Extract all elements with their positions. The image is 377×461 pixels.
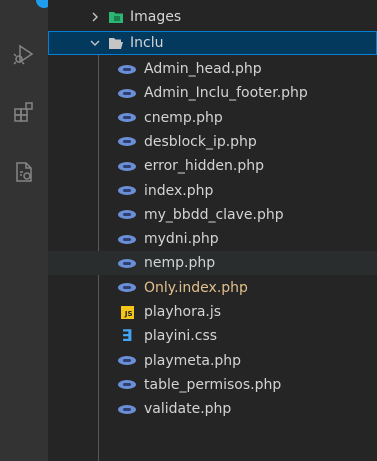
php-icon	[118, 355, 136, 367]
tree-item-label: Only.index.php	[144, 279, 248, 296]
php-icon	[118, 257, 136, 269]
images-folder-icon	[109, 12, 123, 23]
run-and-debug-icon[interactable]	[12, 42, 36, 66]
tree-file-item[interactable]: my_bbdd_clave.php	[48, 203, 377, 227]
chevron-right-icon	[88, 10, 102, 24]
php-icon	[118, 185, 136, 197]
explorer-sidebar: Images Inclu Admin_head.php Admin_Inclu_f…	[48, 0, 377, 461]
js-icon: JS	[118, 305, 136, 319]
tree-item-label: validate.php	[144, 401, 232, 418]
php-icon	[118, 87, 136, 99]
activity-bar	[0, 0, 52, 461]
tree-item-label: error_hidden.php	[144, 158, 265, 175]
tree-file-item[interactable]: mydni.php	[48, 227, 377, 251]
open-folder-icon	[109, 38, 123, 49]
php-icon	[118, 112, 136, 124]
tree-item-label: playmeta.php	[144, 352, 242, 369]
tree-item-label: table_permisos.php	[144, 376, 282, 393]
tree-file-item[interactable]: table_permisos.php	[48, 373, 377, 397]
tree-file-item[interactable]: Admin_Inclu_footer.php	[48, 81, 377, 105]
tree-item-label: cnemp.php	[144, 109, 223, 126]
tree-file-item[interactable]: playmeta.php	[48, 349, 377, 373]
tree-item-label: Admin_head.php	[144, 61, 262, 77]
tree-file-item[interactable]: desblock_ip.php	[48, 130, 377, 154]
tree-file-item[interactable]: nemp.php	[48, 251, 377, 276]
tree-file-item[interactable]: Admin_head.php	[48, 57, 377, 81]
php-icon	[118, 209, 136, 221]
css-icon: ∃	[121, 326, 133, 346]
tree-file-item[interactable]: cnemp.php	[48, 106, 377, 130]
php-icon	[118, 379, 136, 391]
tree-item-label: Images	[130, 9, 182, 25]
php-icon	[118, 136, 136, 148]
tree-file-item[interactable]: JS playhora.js	[48, 300, 377, 324]
php-icon	[118, 403, 136, 415]
tree-item-label: my_bbdd_clave.php	[144, 206, 284, 223]
php-icon	[118, 233, 136, 245]
tree-item-label: playhora.js	[144, 304, 222, 320]
tree-file-item[interactable]: validate.php	[48, 397, 377, 421]
tree-item-label: mydni.php	[144, 231, 219, 248]
chevron-down-icon	[88, 36, 102, 50]
tree-item-label: nemp.php	[144, 255, 216, 272]
testing-icon[interactable]	[12, 160, 36, 184]
tree-item-label: Inclu	[130, 35, 164, 51]
php-icon	[118, 63, 136, 75]
tree-item-label: Admin_Inclu_footer.php	[144, 85, 308, 102]
tree-file-item[interactable]: index.php	[48, 179, 377, 203]
tree-folder-inclu[interactable]: Inclu	[48, 31, 377, 55]
tree-item-label: desblock_ip.php	[144, 133, 257, 150]
tree-item-label: playini.css	[144, 328, 218, 345]
php-icon	[118, 282, 136, 294]
tree-folder-images[interactable]: Images	[48, 5, 377, 29]
tree-file-item[interactable]: error_hidden.php	[48, 154, 377, 178]
tree-file-item[interactable]: Only.index.php	[48, 276, 377, 300]
tree-file-item[interactable]: ∃ playini.css	[48, 324, 377, 348]
tree-item-label: index.php	[144, 182, 214, 199]
php-icon	[118, 160, 136, 172]
extensions-icon[interactable]	[12, 100, 36, 124]
